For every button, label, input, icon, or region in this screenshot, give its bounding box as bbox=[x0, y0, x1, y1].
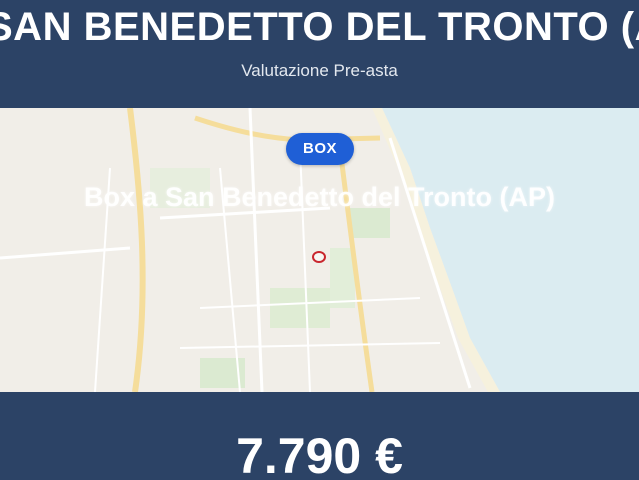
category-badge: BOX bbox=[286, 133, 354, 165]
map-caption: Box a San Benedetto del Tronto (AP) bbox=[83, 182, 556, 212]
location-pin-icon[interactable] bbox=[312, 251, 326, 263]
header-banner: SAN BENEDETTO DEL TRONTO (AP) Valutazion… bbox=[0, 0, 639, 108]
listing-card: SAN BENEDETTO DEL TRONTO (AP) Valutazion… bbox=[0, 0, 639, 480]
page-title: SAN BENEDETTO DEL TRONTO (AP) bbox=[0, 5, 639, 49]
page-subtitle: Valutazione Pre-asta bbox=[241, 61, 398, 80]
price-value: 7.790 € bbox=[236, 428, 403, 480]
